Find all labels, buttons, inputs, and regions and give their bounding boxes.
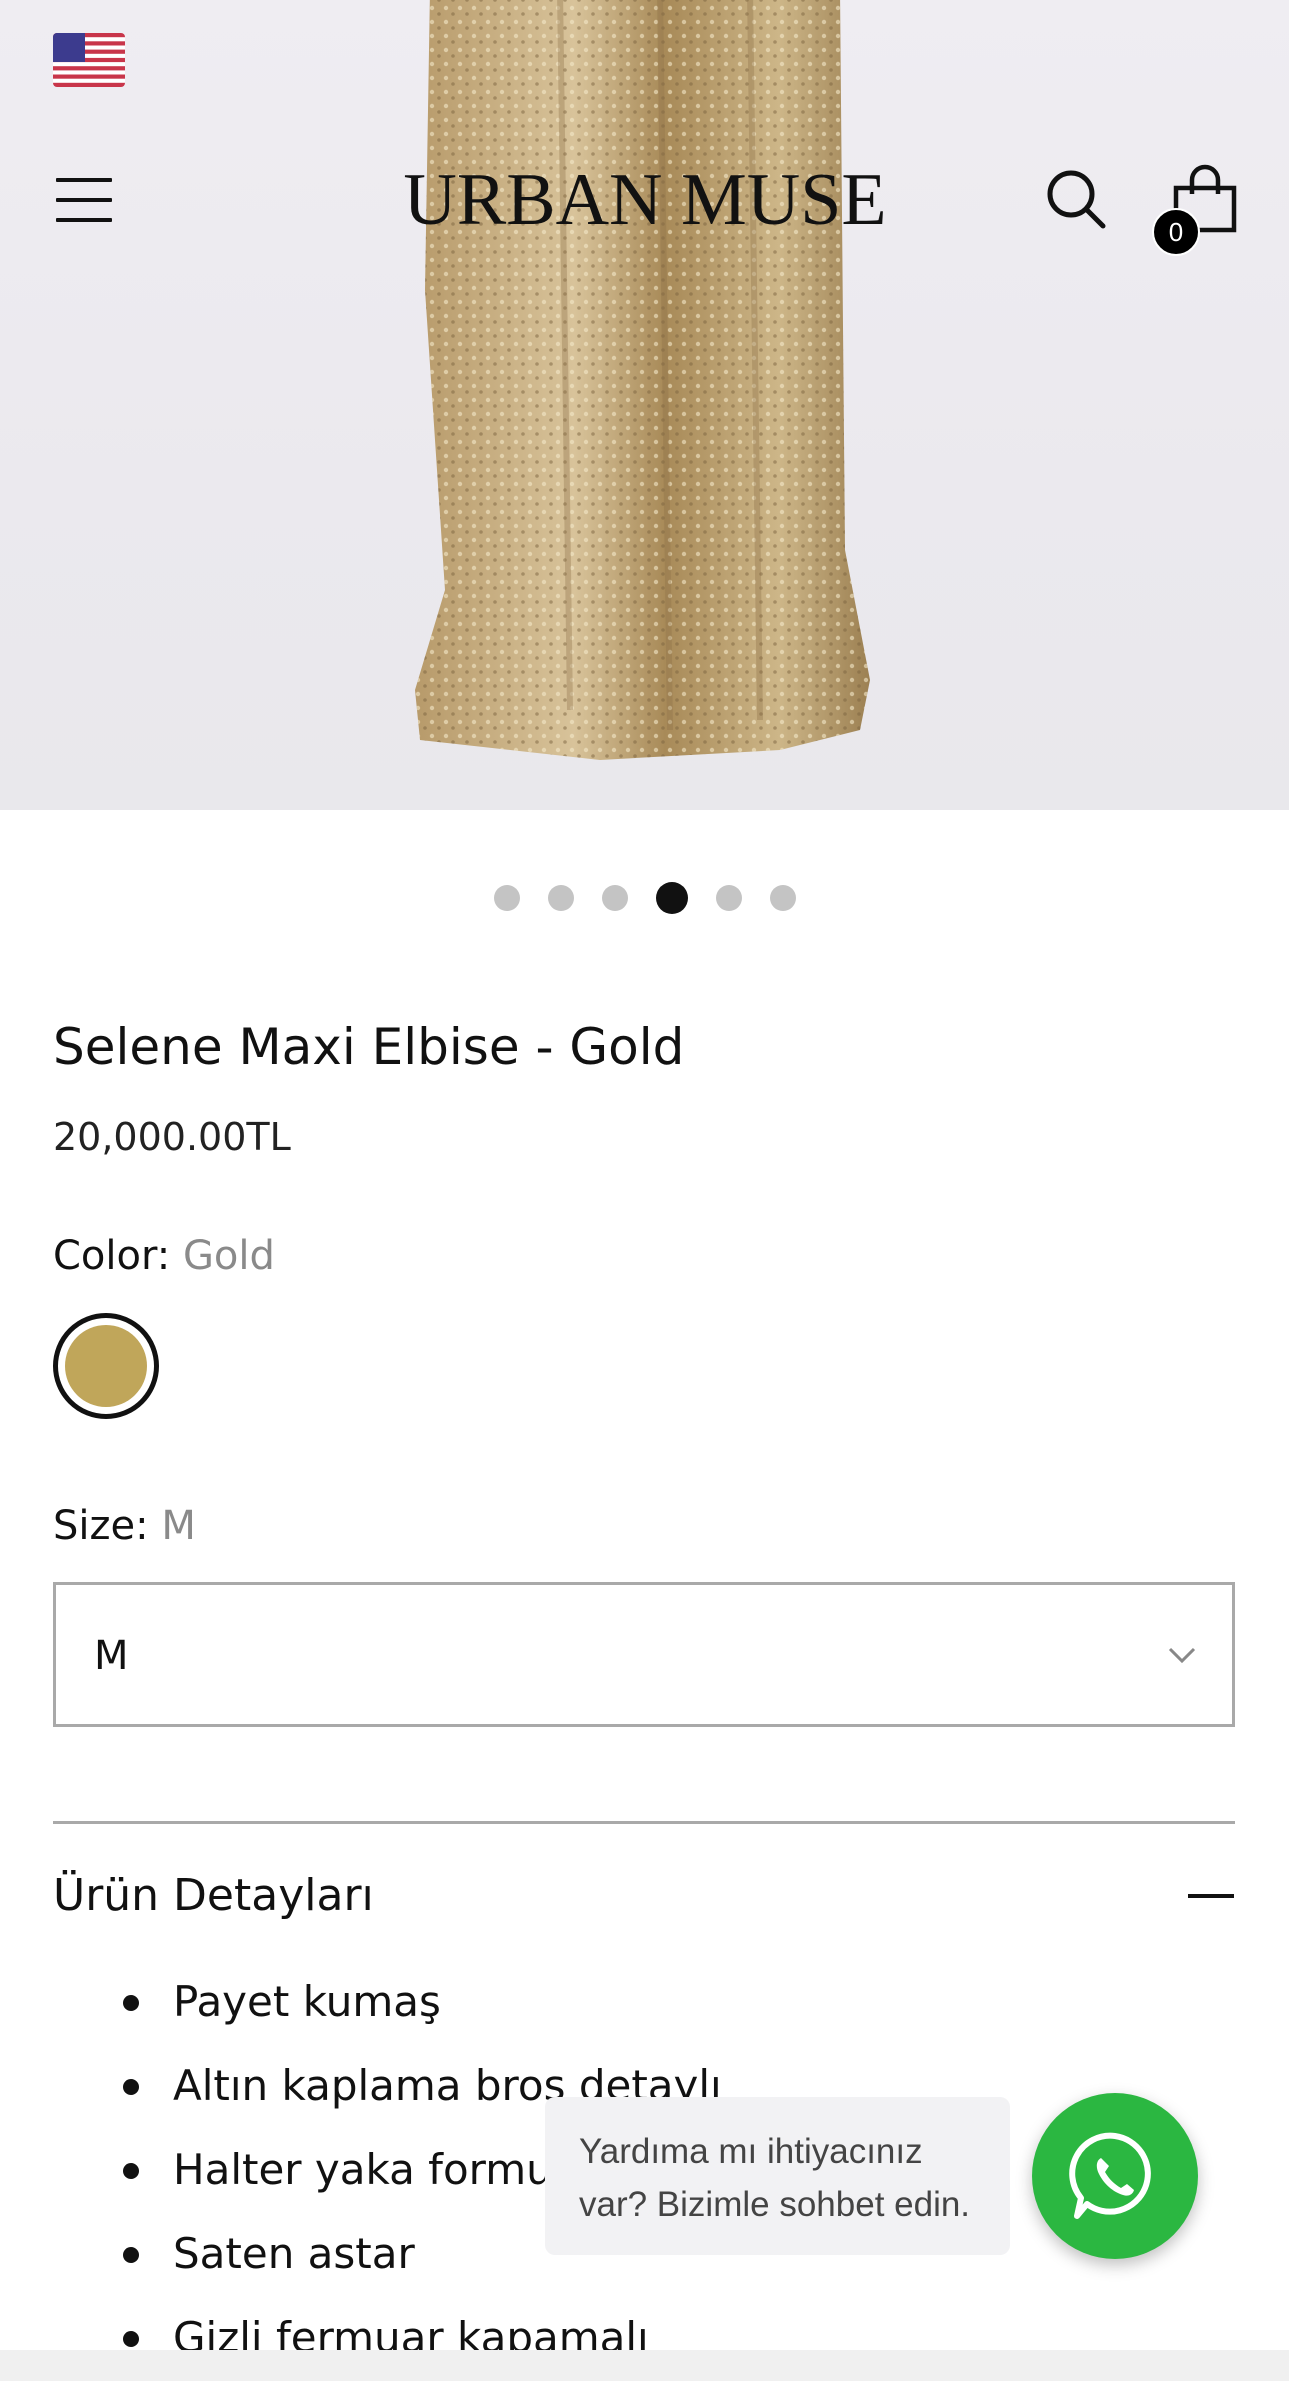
color-option-label: Color: Gold bbox=[53, 1233, 275, 1279]
dress-photo bbox=[415, 0, 870, 760]
list-item: Payet kumaş bbox=[53, 1960, 722, 2044]
gallery-dot-5[interactable] bbox=[715, 885, 742, 911]
product-price: 20,000.00TL bbox=[53, 1115, 291, 1159]
color-swatch-fill bbox=[65, 1325, 147, 1407]
chat-prompt-bubble[interactable]: Yardıma mı ihtiyacınız var? Bizimle sohb… bbox=[545, 2097, 1010, 2255]
gallery-dot-1[interactable] bbox=[493, 885, 520, 911]
us-flag-icon[interactable] bbox=[53, 33, 125, 87]
gallery-pagination bbox=[0, 882, 1289, 914]
product-details-heading[interactable]: Ürün Detayları bbox=[53, 1870, 374, 1921]
product-title: Selene Maxi Elbise - Gold bbox=[53, 1018, 685, 1076]
size-option-label: Size: M bbox=[53, 1503, 196, 1549]
gallery-dot-2[interactable] bbox=[547, 885, 574, 911]
search-icon[interactable] bbox=[1045, 168, 1107, 230]
color-swatch-gold[interactable] bbox=[53, 1313, 159, 1419]
cart-count-badge[interactable]: 0 bbox=[1152, 208, 1200, 256]
chat-prompt-line-1: Yardıma mı ihtiyacınız bbox=[579, 2132, 923, 2171]
gallery-dot-6[interactable] bbox=[769, 885, 796, 911]
menu-icon[interactable] bbox=[56, 172, 116, 232]
chat-prompt-line-2: var? Bizimle sohbet edin. bbox=[579, 2185, 971, 2224]
color-label: Color: bbox=[53, 1233, 171, 1279]
collapse-minus-icon[interactable] bbox=[1188, 1894, 1234, 1898]
store-logo[interactable]: URBAN MUSE bbox=[370, 155, 920, 245]
divider bbox=[53, 1821, 1235, 1824]
whatsapp-icon bbox=[1069, 2132, 1151, 2219]
gallery-dot-3[interactable] bbox=[601, 885, 628, 911]
size-value: M bbox=[161, 1503, 196, 1549]
chevron-down-icon bbox=[1168, 1647, 1196, 1664]
color-value: Gold bbox=[182, 1233, 275, 1279]
size-select-value: M bbox=[94, 1633, 129, 1679]
product-image[interactable]: URBAN MUSE 0 bbox=[0, 0, 1289, 810]
size-select[interactable]: M bbox=[53, 1582, 1235, 1727]
size-label: Size: bbox=[53, 1503, 149, 1549]
whatsapp-chat-button[interactable] bbox=[1032, 2093, 1198, 2259]
gallery-dot-4[interactable] bbox=[655, 882, 688, 914]
bottom-bar bbox=[0, 2350, 1289, 2381]
